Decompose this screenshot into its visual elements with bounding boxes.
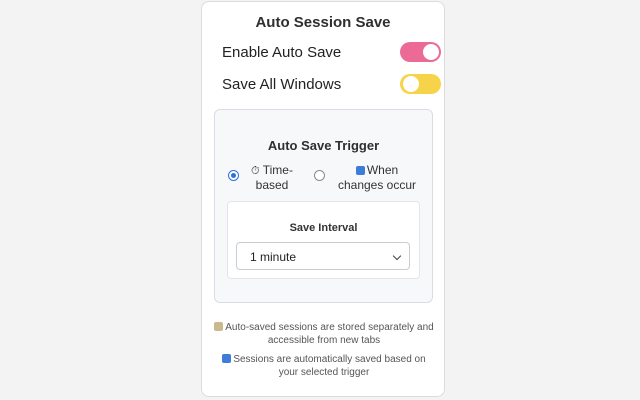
enable-auto-save-toggle[interactable] <box>400 42 441 62</box>
save-interval-section: Save Interval 1 minute <box>227 201 420 279</box>
trigger-info-line2: your selected trigger <box>278 367 370 378</box>
when-changes-label[interactable]: When changes occur <box>335 163 419 192</box>
stopwatch-icon: ⏱ <box>251 165 260 177</box>
enable-auto-save-label: Enable Auto Save <box>222 44 342 61</box>
toggle-knob <box>423 44 439 60</box>
memo-icon <box>214 322 224 331</box>
time-based-radio[interactable] <box>228 170 239 181</box>
auto-save-trigger-section: Auto Save Trigger ⏱ Time- based When cha… <box>214 109 433 303</box>
when-changes-line2: changes occur <box>337 178 417 192</box>
when-changes-radio[interactable] <box>314 170 325 181</box>
time-based-line2: based <box>255 178 289 192</box>
storage-info-line2: accessible from new tabs <box>267 335 381 346</box>
trigger-info: Sessions are automatically saved based o… <box>210 353 438 379</box>
page-title: Auto Session Save <box>255 14 391 31</box>
settings-panel: Auto Session Save Enable Auto Save Save … <box>201 1 445 397</box>
save-interval-select[interactable]: 1 minute <box>236 242 410 270</box>
time-based-label[interactable]: ⏱ Time- based <box>245 163 299 192</box>
trigger-title: Auto Save Trigger <box>267 138 380 153</box>
save-all-windows-toggle[interactable] <box>400 74 441 94</box>
storage-info-line1: Auto-saved sessions are stored separatel… <box>225 322 434 333</box>
refresh-icon <box>355 165 367 177</box>
refresh-icon <box>222 354 232 363</box>
trigger-info-line1: Sessions are automatically saved based o… <box>233 354 426 365</box>
when-changes-line1: When <box>366 163 399 177</box>
toggle-knob <box>403 76 419 92</box>
storage-info: Auto-saved sessions are stored separatel… <box>210 321 438 347</box>
save-all-windows-label: Save All Windows <box>222 76 342 93</box>
interval-title: Save Interval <box>289 222 358 234</box>
chevron-down-icon <box>392 251 402 261</box>
select-value: 1 minute <box>250 250 297 264</box>
time-based-line1: Time- <box>262 163 293 177</box>
